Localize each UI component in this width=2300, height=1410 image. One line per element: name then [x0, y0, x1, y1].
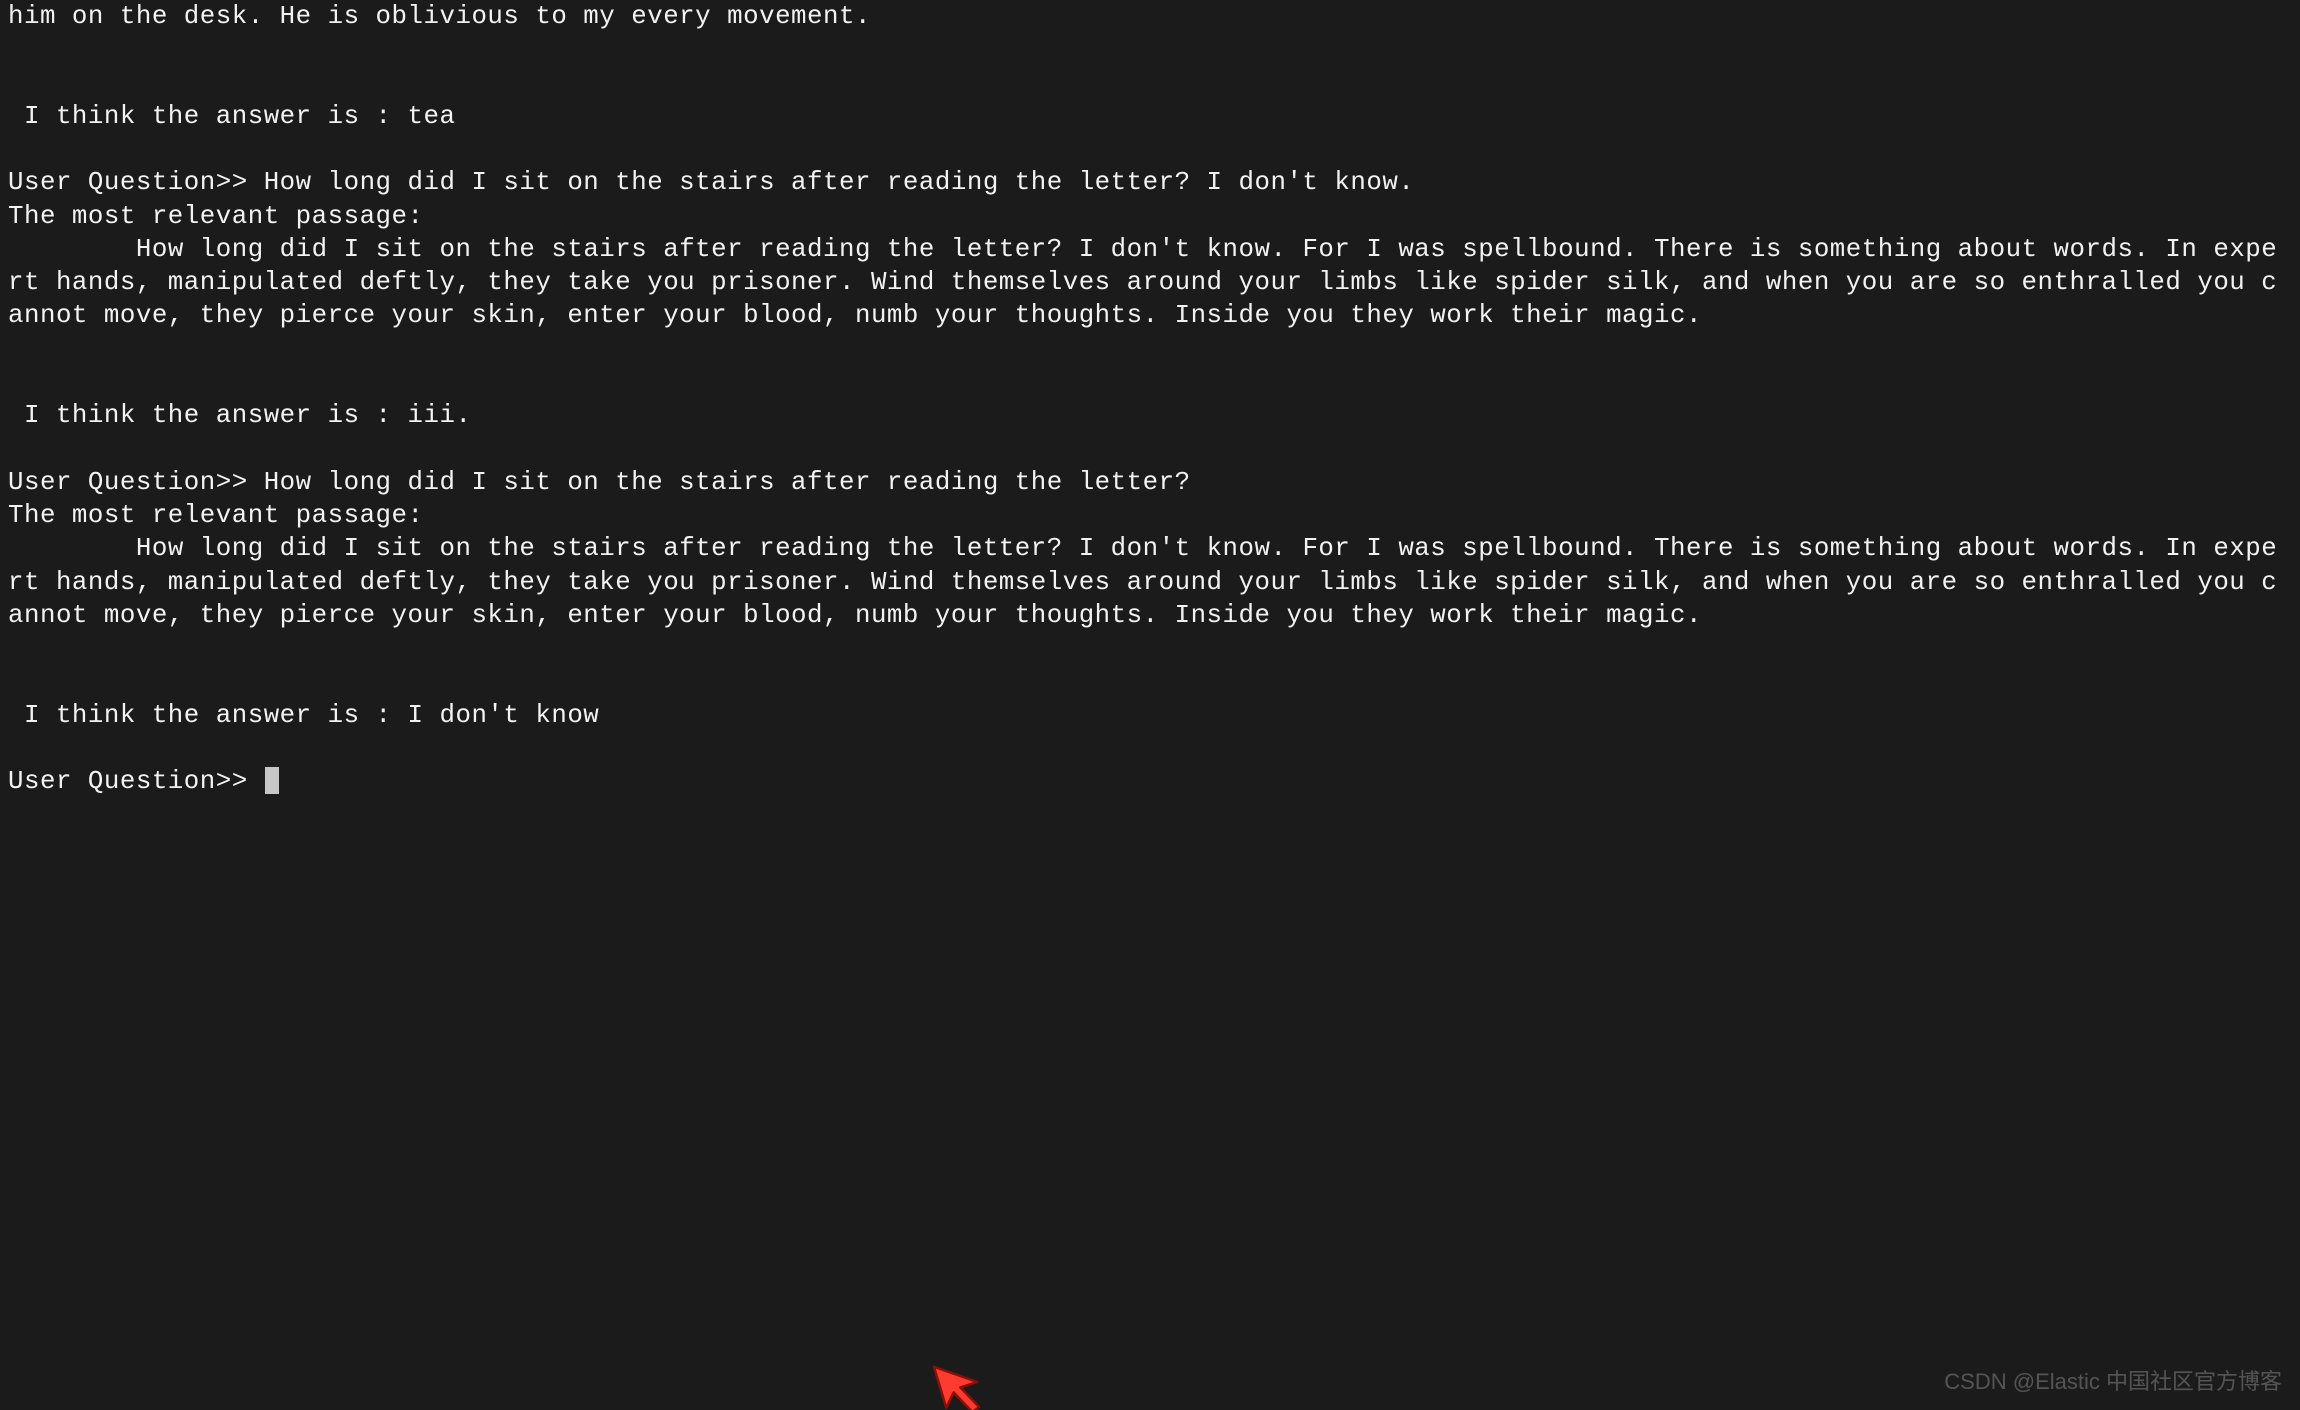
terminal-output-line: I think the answer is : I don't know [8, 701, 599, 730]
terminal-output-line: The most relevant passage: [8, 501, 439, 530]
terminal-output-line: I think the answer is : tea [8, 102, 455, 131]
cursor-block-icon[interactable] [265, 767, 279, 794]
watermark-text: CSDN @Elastic 中国社区官方博客 [1944, 1368, 2282, 1396]
terminal-output-line: User Question>> How long did I sit on th… [8, 168, 1414, 197]
terminal-output-line: How long did I sit on the stairs after r… [8, 235, 2277, 331]
mouse-cursor-icon [930, 1355, 990, 1410]
terminal-output-line: User Question>> How long did I sit on th… [8, 468, 1191, 497]
terminal-output-line: How long did I sit on the stairs after r… [8, 534, 2277, 630]
terminal-output-line: him on the desk. He is oblivious to my e… [8, 2, 871, 31]
terminal-output-line: The most relevant passage: [8, 202, 439, 231]
terminal-prompt: User Question>> [8, 767, 264, 796]
terminal-output-line: I think the answer is : iii. [8, 401, 471, 430]
terminal-pane[interactable]: him on the desk. He is oblivious to my e… [0, 0, 2300, 1410]
